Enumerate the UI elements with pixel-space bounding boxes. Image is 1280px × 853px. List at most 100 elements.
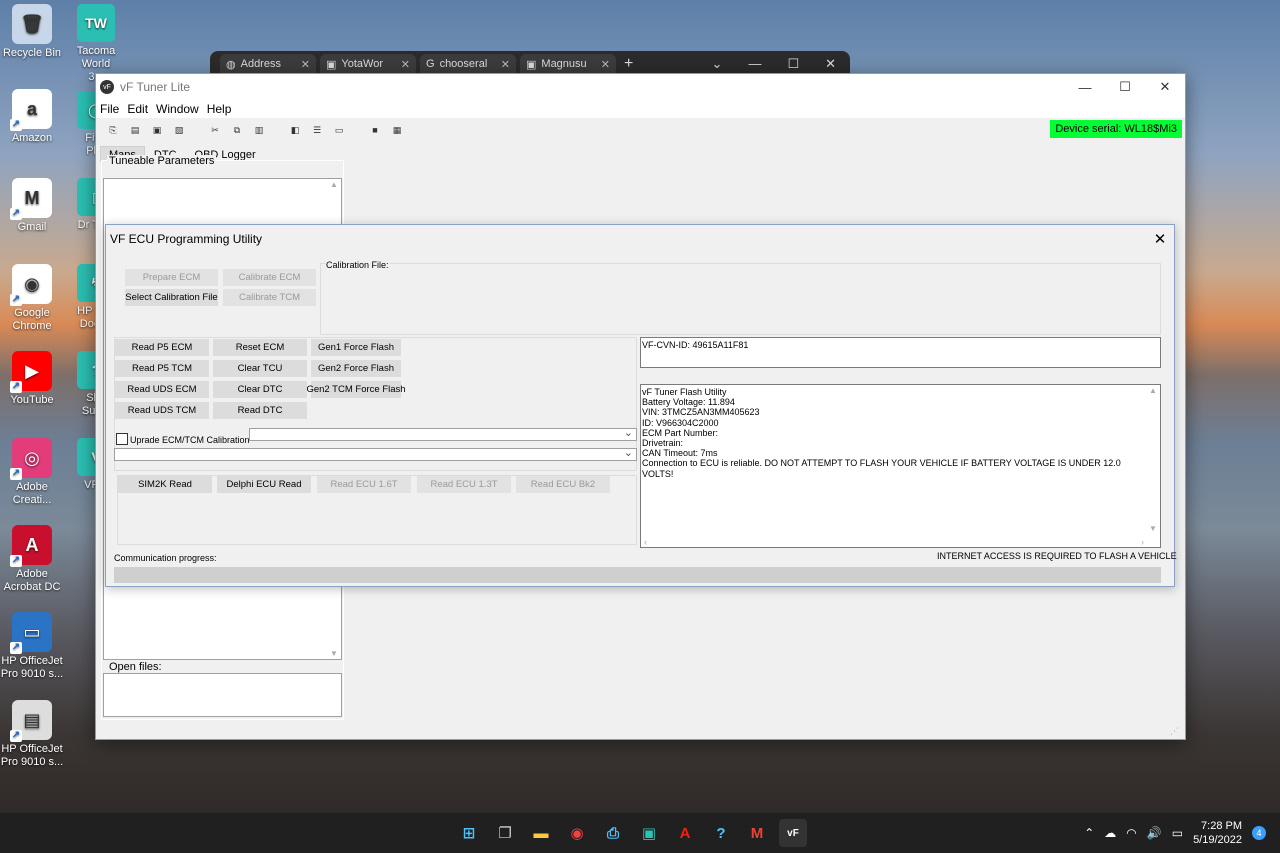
sim2k-read-button[interactable]: SIM2K Read (118, 476, 212, 493)
menu-window[interactable]: Window (156, 102, 199, 116)
minimize-icon[interactable]: — (1065, 74, 1105, 100)
volume-icon[interactable]: 🔊 (1147, 826, 1162, 840)
save-icon[interactable]: ▣ (150, 124, 164, 136)
maximize-icon[interactable]: ☐ (1105, 74, 1145, 100)
gmail-icon[interactable]: M (743, 819, 771, 847)
window-icon[interactable]: ▭ (332, 124, 346, 136)
chevron-down-icon[interactable]: ⌄ (712, 56, 723, 72)
read-p5-tcm-button[interactable]: Read P5 TCM (115, 360, 209, 377)
close-icon[interactable]: ✕ (301, 58, 310, 71)
cut-icon[interactable]: ✂ (208, 124, 222, 136)
scroll-down-icon[interactable]: ▼ (328, 649, 340, 658)
desktop-icon[interactable]: ◎ ↗ Adobe Creati... (0, 438, 67, 507)
dialog-title-bar[interactable]: VF ECU Programming Utility ✕ (106, 225, 1174, 253)
scroll-up-icon[interactable]: ▲ (328, 180, 340, 189)
desktop-icon[interactable]: A ↗ Adobe Acrobat DC (0, 525, 67, 594)
new-tab-icon[interactable]: + (624, 55, 633, 73)
scroll-left-icon[interactable]: ‹ (644, 537, 647, 547)
scroll-down-icon[interactable]: ▼ (1147, 524, 1159, 534)
select-calibration-file-button[interactable]: Select Calibration File (125, 289, 218, 306)
gen2-tcm-force-flash-button[interactable]: Gen2 TCM Force Flash (306, 381, 406, 398)
save-as-icon[interactable]: ▧ (172, 124, 186, 136)
flash-log-textbox[interactable]: vF Tuner Flash Utility Battery Voltage: 1… (640, 384, 1161, 548)
scroll-right-icon[interactable]: › (1141, 537, 1144, 547)
paste-icon[interactable]: ▥ (252, 124, 266, 136)
chevron-up-icon[interactable]: ⌃ (1084, 826, 1094, 840)
printer-app-icon[interactable]: ⎙ (599, 819, 627, 847)
calibrate-tcm-button[interactable]: Calibrate TCM (223, 289, 316, 306)
read-p5-ecm-button[interactable]: Read P5 ECM (115, 339, 209, 356)
prepare-ecm-button[interactable]: Prepare ECM (125, 269, 218, 286)
calibrate-ecm-button[interactable]: Calibrate ECM (223, 269, 316, 286)
cvn-id-textbox[interactable]: VF-CVN-ID: 49615A11F81 (640, 337, 1161, 368)
read-ecu-16t-button[interactable]: Read ECU 1.6T (317, 476, 411, 493)
upgrade-calibration-checkbox[interactable] (116, 433, 128, 445)
tacoma-world-icon[interactable]: ▣ (635, 819, 663, 847)
maximize-icon[interactable]: ☐ (787, 56, 799, 72)
start-icon[interactable]: ⊞ (455, 819, 483, 847)
calibration-select[interactable]: ⌄ (114, 447, 637, 461)
desktop-icon[interactable]: TWTacoma World 3... (76, 4, 116, 84)
communication-progress-bar (114, 567, 1161, 583)
notification-badge[interactable]: 4 (1252, 826, 1266, 840)
open-files-list[interactable] (103, 673, 342, 717)
menu-help[interactable]: Help (207, 102, 232, 116)
reset-ecm-button[interactable]: Reset ECM (213, 339, 307, 356)
desktop-icon-label: Amazon (11, 132, 53, 144)
copy-icon[interactable]: ⧉ (230, 124, 244, 136)
read-uds-tcm-button[interactable]: Read UDS TCM (115, 402, 209, 419)
cloud-icon[interactable]: ☁ (1104, 826, 1116, 840)
close-icon[interactable]: ✕ (825, 56, 836, 72)
grid-icon[interactable]: ■ (368, 124, 382, 136)
menu-edit[interactable]: Edit (127, 102, 148, 116)
desktop-icon[interactable]: ▤ ↗ HP OfficeJet Pro 9010 s... (0, 700, 67, 769)
desktop-icon[interactable]: ◉ ↗ Google Chrome (0, 264, 67, 333)
browser-tab[interactable]: ▣ YotaWor ✕ (320, 54, 416, 74)
desktop-icon[interactable]: ▭ ↗ HP OfficeJet Pro 9010 s... (0, 612, 67, 681)
delphi-ecu-read-button[interactable]: Delphi ECU Read (217, 476, 311, 493)
taskbar: ⊞ ❐ ▬ ◉ ⎙ ▣ A ? M vF ⌃ ☁ ◠ 🔊 ▭ 7:28 PM 5… (0, 813, 1280, 853)
chart-icon[interactable]: ▦ (390, 124, 404, 136)
read-uds-ecm-button[interactable]: Read UDS ECM (115, 381, 209, 398)
browser-tab[interactable]: ▣ Magnusu ✕ (520, 54, 616, 74)
open-icon[interactable]: ⎘ (106, 124, 120, 136)
task-view-icon[interactable]: ❐ (491, 819, 519, 847)
table-icon[interactable]: ☰ (310, 124, 324, 136)
chrome-icon[interactable]: ◉ (563, 819, 591, 847)
resize-grip-icon[interactable]: ⋰ (1170, 726, 1179, 737)
clock[interactable]: 7:28 PM 5/19/2022 (1193, 819, 1242, 847)
desktop-icon[interactable]: a ↗ Amazon (0, 89, 67, 145)
upgrade-calibration-select[interactable]: ⌄ (249, 427, 637, 441)
close-icon[interactable]: ✕ (601, 58, 610, 71)
read-ecu-bk2-button[interactable]: Read ECU Bk2 (516, 476, 610, 493)
support-assistant-icon[interactable]: ? (707, 819, 735, 847)
read-ecu-13t-button[interactable]: Read ECU 1.3T (417, 476, 511, 493)
gen1-force-flash-button[interactable]: Gen1 Force Flash (311, 339, 401, 356)
close-icon[interactable]: ✕ (401, 58, 410, 71)
file-explorer-icon[interactable]: ▬ (527, 819, 555, 847)
scroll-up-icon[interactable]: ▲ (1147, 386, 1159, 396)
browser-tab[interactable]: Gchooseral ✕ (420, 54, 516, 74)
desktop-icon[interactable]: 🗑 Recycle Bin (0, 4, 67, 60)
gen2-force-flash-button[interactable]: Gen2 Force Flash (311, 360, 401, 377)
clear-tcu-button[interactable]: Clear TCU (213, 360, 307, 377)
minimize-icon[interactable]: — (748, 56, 761, 72)
browser-tab[interactable]: ◍ Address ✕ (220, 54, 316, 74)
scrollbar[interactable]: ▲ ▼ (1147, 386, 1159, 546)
wifi-icon[interactable]: ◠ (1126, 826, 1136, 840)
read-dtc-button[interactable]: Read DTC (213, 402, 307, 419)
title-bar[interactable]: vF vF Tuner Lite — ☐ ✕ (96, 74, 1185, 100)
desktop-icon[interactable]: ▶ ↗ YouTube (0, 351, 67, 407)
battery-icon[interactable]: ▭ (1172, 826, 1183, 840)
desktop-icon-label: HP OfficeJet Pro 9010 s... (0, 655, 64, 680)
desktop-icon[interactable]: M ↗ Gmail (0, 178, 67, 234)
close-icon[interactable]: ✕ (501, 58, 510, 71)
close-icon[interactable]: ✕ (1145, 74, 1185, 100)
menu-file[interactable]: File (100, 102, 119, 116)
acrobat-icon[interactable]: A (671, 819, 699, 847)
compare-icon[interactable]: ◧ (288, 124, 302, 136)
clear-dtc-button[interactable]: Clear DTC (213, 381, 307, 398)
vf-tuner-taskbar-icon[interactable]: vF (779, 819, 807, 847)
open-folder-icon[interactable]: ▤ (128, 124, 142, 136)
close-icon[interactable]: ✕ (1146, 230, 1174, 248)
